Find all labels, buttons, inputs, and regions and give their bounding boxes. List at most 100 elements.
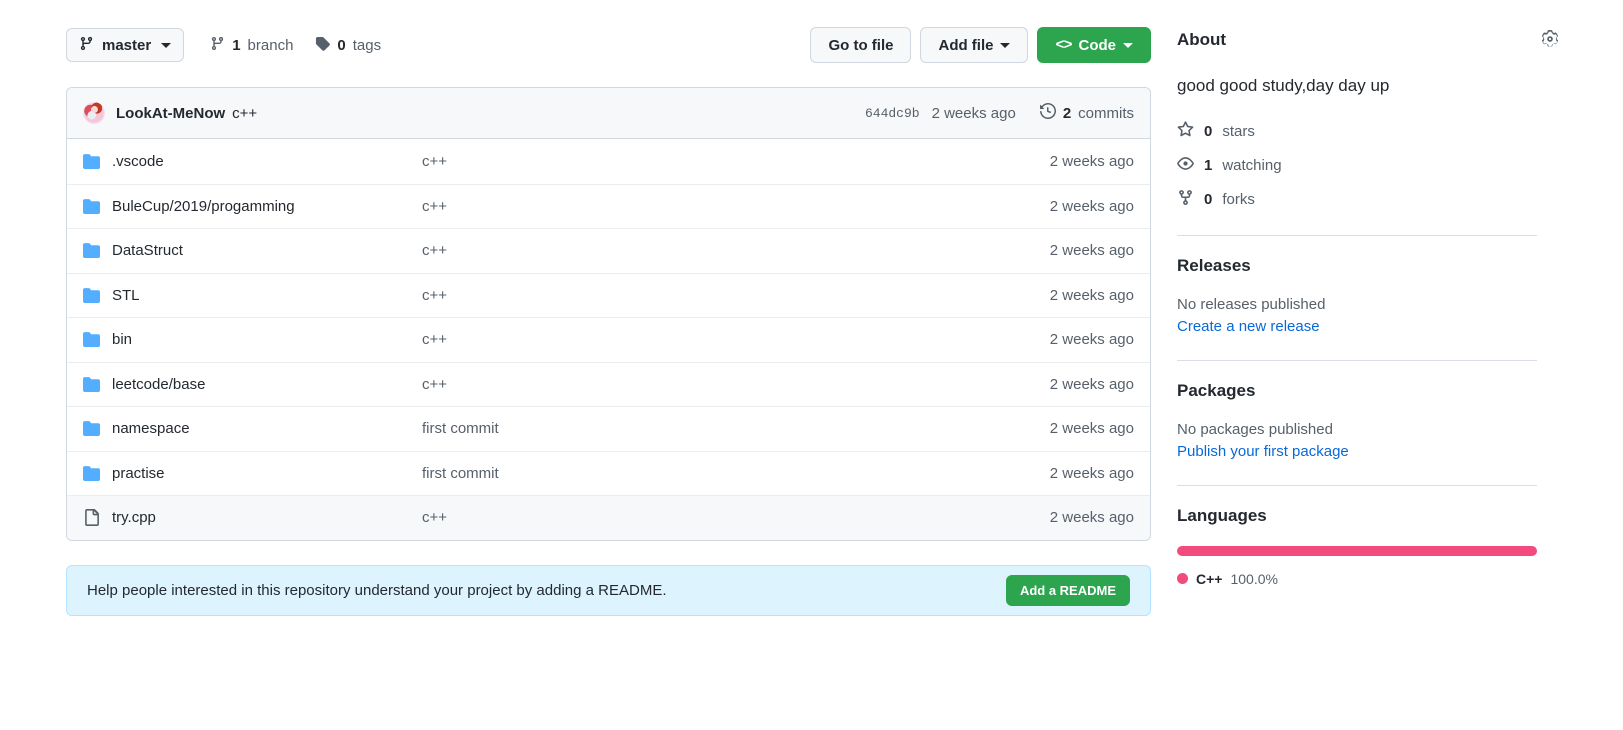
- commit-message-link[interactable]: c++: [232, 105, 257, 122]
- readme-suggestion-banner: Help people interested in this repositor…: [66, 564, 1151, 616]
- avatar[interactable]: [83, 102, 105, 124]
- table-row[interactable]: practise first commit 2 weeks ago: [67, 450, 1150, 496]
- language-percent: 100.0%: [1230, 570, 1278, 587]
- repo-toolbar: master 1 branch 0 tags Go to file Add fi…: [66, 0, 1151, 68]
- file-commit-date: 2 weeks ago: [1049, 242, 1134, 260]
- folder-icon: [83, 242, 112, 259]
- file-commit-date: 2 weeks ago: [1049, 375, 1134, 393]
- repo-sidebar: About good good study,day day up 0 stars: [1177, 0, 1558, 587]
- watching-link[interactable]: 1 watching: [1177, 155, 1537, 176]
- folder-icon: [83, 376, 112, 393]
- forks-label: forks: [1222, 190, 1255, 208]
- file-name-link[interactable]: BuleCup/2019/progamming: [112, 198, 422, 215]
- language-legend-item[interactable]: C++ 100.0%: [1177, 571, 1537, 587]
- language-color-dot: [1177, 573, 1188, 585]
- table-row[interactable]: BuleCup/2019/progamming c++ 2 weeks ago: [67, 183, 1150, 229]
- commit-meta: 644dc9b 2 weeks ago 2 commits: [865, 102, 1134, 123]
- file-commit-date: 2 weeks ago: [1049, 331, 1134, 349]
- language-name: C++: [1196, 570, 1223, 587]
- chevron-down-icon: [1123, 42, 1133, 48]
- packages-title: Packages: [1177, 380, 1256, 400]
- table-row[interactable]: namespace first commit 2 weeks ago: [67, 406, 1150, 451]
- chevron-down-icon: [161, 42, 172, 48]
- file-commit-date: 2 weeks ago: [1049, 197, 1134, 215]
- file-name-link[interactable]: .vscode: [112, 153, 422, 170]
- about-description: good good study,day day up: [1177, 76, 1390, 95]
- folder-icon: [83, 153, 112, 170]
- packages-empty-text: No packages published: [1177, 420, 1333, 438]
- commits-count-link[interactable]: 2 commits: [1039, 102, 1134, 123]
- branch-name-label: master: [102, 36, 152, 54]
- language-legend: C++ 100.0%: [1177, 571, 1537, 587]
- gear-icon[interactable]: [1541, 30, 1559, 48]
- commits-count: 2: [1062, 104, 1072, 122]
- file-name-link[interactable]: STL: [112, 287, 422, 304]
- code-brackets-icon: <>: [1055, 36, 1072, 54]
- tags-count: 0: [337, 36, 346, 54]
- language-bar-segment[interactable]: [1177, 545, 1537, 556]
- file-commit-date: 2 weeks ago: [1049, 464, 1134, 482]
- file-name-link[interactable]: namespace: [112, 420, 422, 437]
- file-commit-message[interactable]: c++: [422, 287, 1050, 304]
- file-name-link[interactable]: try.cpp: [112, 509, 422, 526]
- stars-link[interactable]: 0 stars: [1177, 121, 1537, 142]
- commits-label: commits: [1078, 104, 1134, 122]
- publish-package-link[interactable]: Publish your first package: [1177, 443, 1537, 460]
- add-readme-button[interactable]: Add a README: [1005, 574, 1130, 606]
- branch-selector-button[interactable]: master: [66, 28, 185, 62]
- table-row[interactable]: bin c++ 2 weeks ago: [67, 317, 1150, 362]
- repo-stats: 0 stars 1 watching 0 forks: [1177, 121, 1537, 210]
- tags-count-link[interactable]: 0 tags: [315, 36, 381, 55]
- create-release-link[interactable]: Create a new release: [1177, 318, 1537, 335]
- file-icon: [83, 509, 112, 527]
- file-commit-date: 2 weeks ago: [1049, 286, 1134, 304]
- eye-icon: [1177, 155, 1194, 176]
- table-row[interactable]: STL c++ 2 weeks ago: [67, 272, 1150, 318]
- branches-label: branch: [247, 36, 294, 54]
- commit-author-link[interactable]: LookAt-MeNow: [116, 105, 225, 122]
- divider: [1177, 484, 1537, 486]
- table-row[interactable]: .vscode c++ 2 weeks ago: [67, 139, 1150, 184]
- history-icon: [1039, 102, 1056, 123]
- divider: [1177, 359, 1537, 361]
- repository-page: master 1 branch 0 tags Go to file Add fi…: [0, 0, 1623, 730]
- file-commit-date: 2 weeks ago: [1049, 420, 1134, 438]
- chevron-down-icon: [1000, 42, 1011, 48]
- file-commit-message[interactable]: c++: [422, 153, 1050, 170]
- about-header: About: [1177, 0, 1558, 50]
- file-commit-message[interactable]: c++: [422, 509, 1050, 526]
- table-row[interactable]: DataStruct c++ 2 weeks ago: [67, 228, 1150, 273]
- file-commit-message[interactable]: c++: [422, 198, 1050, 215]
- tags-label: tags: [352, 36, 382, 54]
- watching-label: watching: [1222, 156, 1282, 174]
- watching-count: 1: [1204, 156, 1213, 174]
- file-commit-message[interactable]: c++: [422, 376, 1050, 393]
- releases-title: Releases: [1177, 255, 1251, 275]
- file-name-link[interactable]: bin: [112, 331, 422, 348]
- main-column: master 1 branch 0 tags Go to file Add fi…: [66, 0, 1151, 616]
- branch-icon: [210, 36, 225, 55]
- forks-link[interactable]: 0 forks: [1177, 189, 1537, 210]
- table-row[interactable]: try.cpp c++ 2 weeks ago: [67, 495, 1150, 540]
- file-commit-message[interactable]: first commit: [422, 420, 1050, 437]
- fork-icon: [1177, 189, 1194, 210]
- language-bar[interactable]: [1177, 545, 1537, 556]
- forks-count: 0: [1204, 190, 1213, 208]
- branches-count-link[interactable]: 1 branch: [210, 36, 293, 55]
- go-to-file-button[interactable]: Go to file: [810, 27, 912, 63]
- about-title: About: [1177, 30, 1227, 49]
- file-name-link[interactable]: practise: [112, 465, 422, 482]
- table-row[interactable]: leetcode/base c++ 2 weeks ago: [67, 361, 1150, 407]
- file-name-link[interactable]: DataStruct: [112, 242, 422, 259]
- code-button[interactable]: <> Code: [1037, 27, 1151, 63]
- file-name-link[interactable]: leetcode/base: [112, 376, 422, 393]
- commit-sha-link[interactable]: 644dc9b: [865, 106, 920, 121]
- add-file-button[interactable]: Add file: [920, 27, 1029, 63]
- file-commit-message[interactable]: first commit: [422, 465, 1050, 482]
- branch-icon: [79, 36, 94, 55]
- folder-icon: [83, 331, 112, 348]
- releases-empty-text: No releases published: [1177, 295, 1326, 313]
- branches-count: 1: [232, 36, 241, 54]
- file-commit-message[interactable]: c++: [422, 242, 1050, 259]
- file-commit-message[interactable]: c++: [422, 331, 1050, 348]
